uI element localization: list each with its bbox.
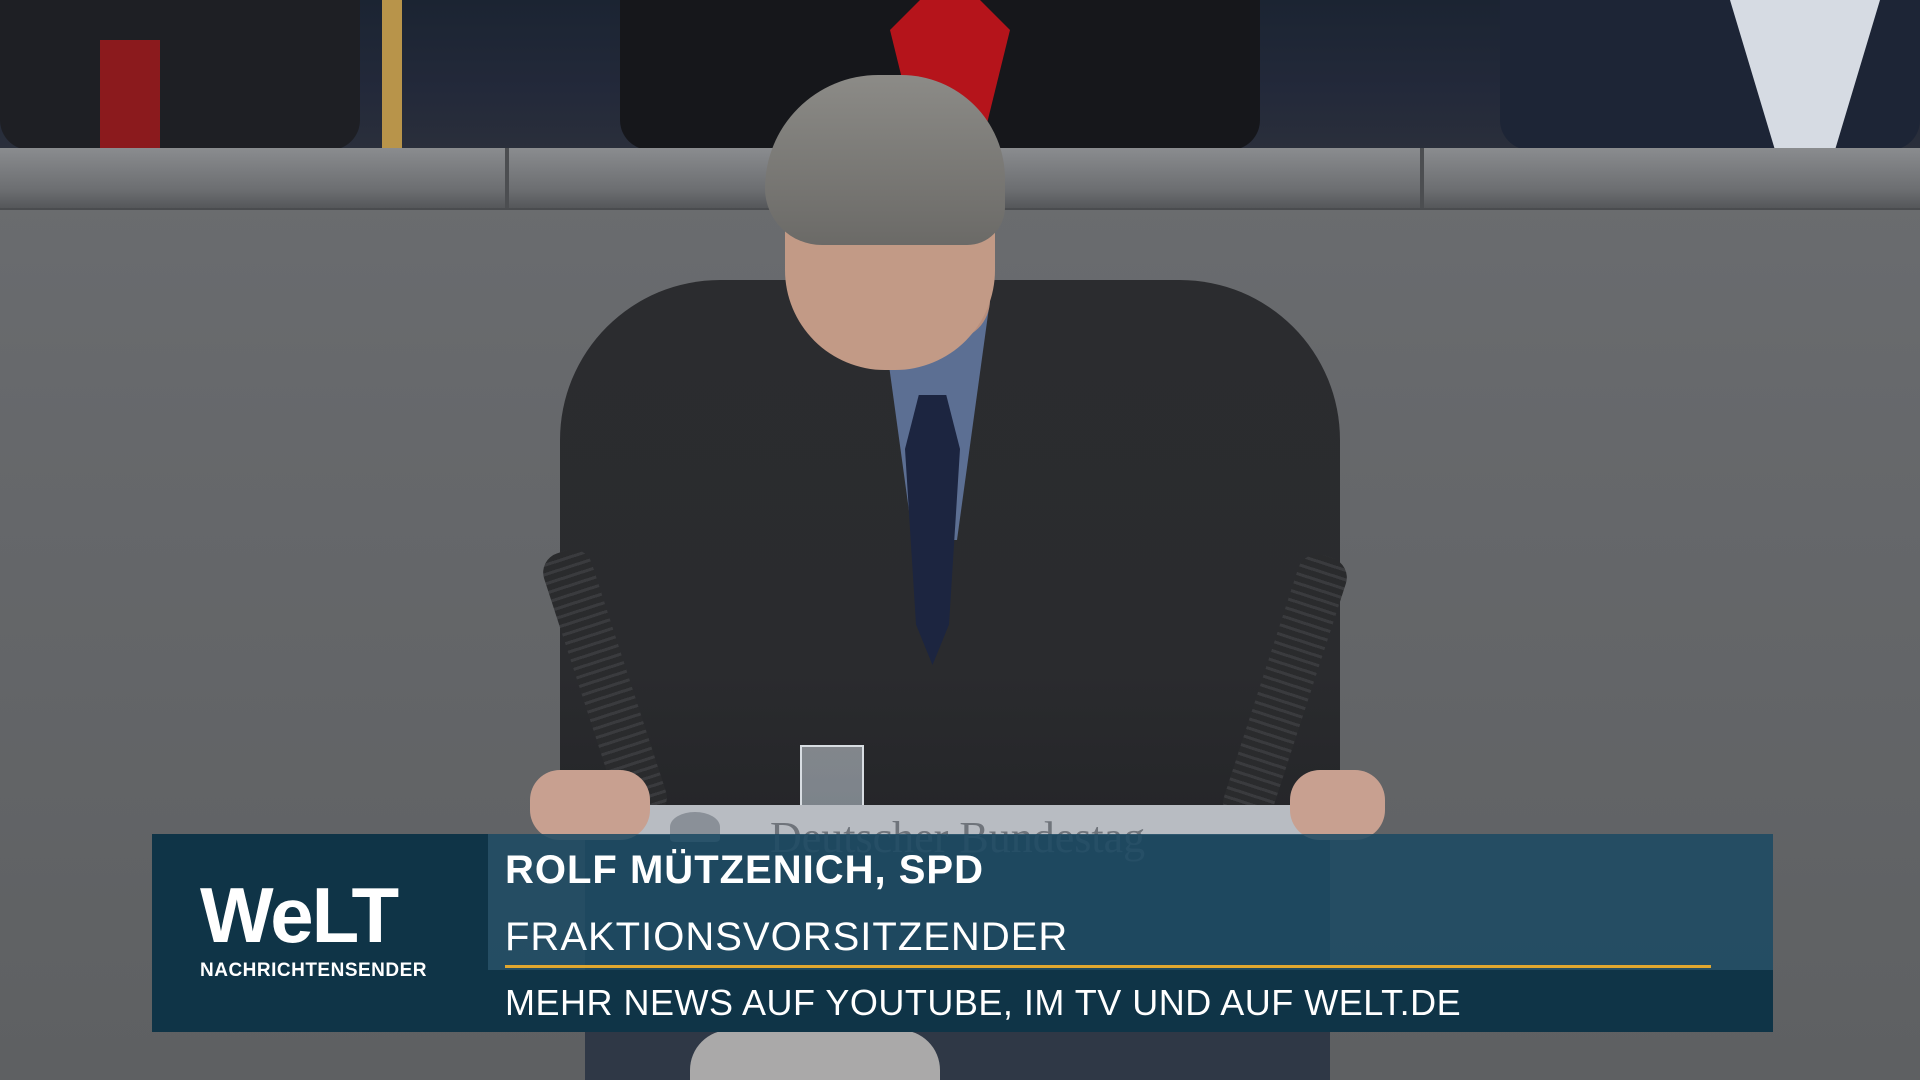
channel-logo: WeLT [200, 871, 399, 959]
video-frame: Deutscher Bundestag WeLT NACHRICHTENSEND… [0, 0, 1920, 1080]
gold-pole [382, 0, 402, 150]
seated-person-right [1500, 0, 1920, 150]
water-glass [800, 745, 864, 814]
railing-seam [505, 148, 509, 208]
channel-logo-subtitle: NACHRICHTENSENDER [200, 960, 428, 981]
news-ticker: MEHR NEWS AUF YOUTUBE, IM TV UND AUF WEL… [505, 982, 1462, 1023]
seated-person-left [0, 0, 360, 150]
speaker-role: FRAKTIONSVORSITZENDER [505, 915, 1069, 959]
speaker-name: ROLF MÜTZENICH, SPD [505, 848, 984, 892]
lower-third-divider [505, 965, 1711, 968]
white-shirt [1730, 0, 1880, 150]
railing-seam [1420, 148, 1424, 208]
speaker-hand-right [1290, 770, 1385, 840]
foreground-blur [690, 1030, 940, 1080]
red-sleeve [100, 40, 160, 150]
speaker-hand-left [530, 770, 650, 840]
